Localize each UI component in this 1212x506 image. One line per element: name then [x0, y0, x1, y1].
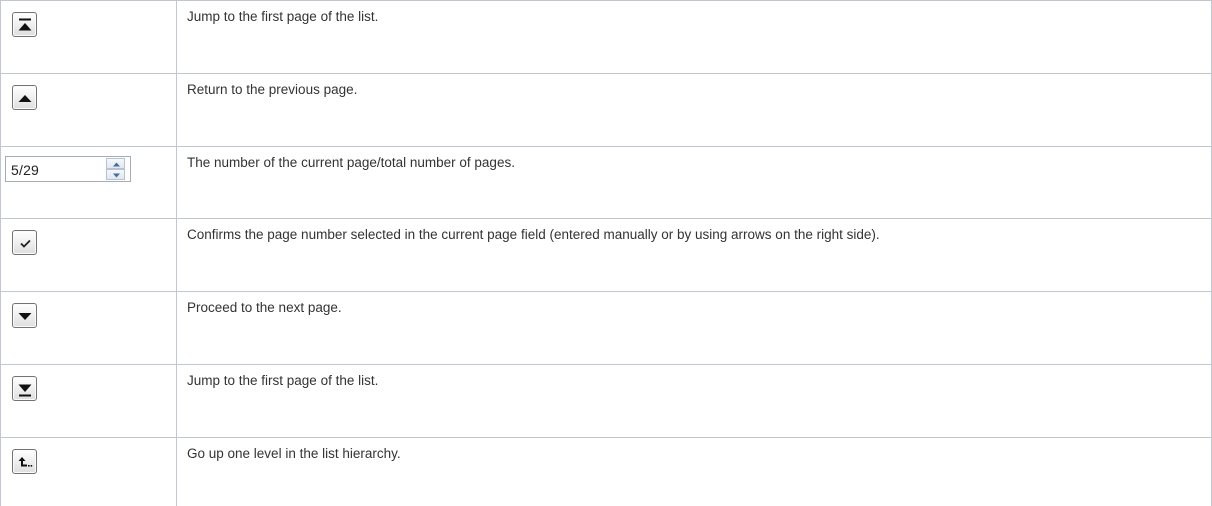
icon-cell [0, 437, 177, 506]
icon-cell [0, 0, 177, 74]
table-row: Go up one level in the list hierarchy. [0, 437, 1212, 506]
icon-cell [0, 291, 177, 365]
table-row: Proceed to the next page. [0, 291, 1212, 365]
spin-down-button[interactable] [106, 169, 125, 180]
level-up-icon [18, 457, 33, 467]
row-description: The number of the current page/total num… [187, 155, 515, 170]
description-cell: Return to the previous page. [176, 73, 1212, 147]
page-spinner [106, 158, 125, 180]
first-page-button[interactable] [12, 12, 37, 37]
table-row: Return to the previous page. [0, 73, 1212, 147]
confirm-page-button[interactable] [12, 230, 37, 255]
page-number-field[interactable]: 5/29 [5, 156, 131, 182]
icon-cell: 5/29 [0, 146, 177, 219]
row-description: Return to the previous page. [187, 82, 358, 97]
previous-page-button[interactable] [12, 85, 37, 110]
description-cell: Confirms the page number selected in the… [176, 218, 1212, 292]
table-row: Jump to the first page of the list. [0, 0, 1212, 74]
row-description: Jump to the first page of the list. [187, 373, 379, 388]
description-cell: Go up one level in the list hierarchy. [176, 437, 1212, 506]
row-description: Confirms the page number selected in the… [187, 227, 880, 242]
page-number-value[interactable]: 5/29 [11, 161, 39, 179]
description-cell: Jump to the first page of the list. [176, 0, 1212, 74]
row-description: Jump to the first page of the list. [187, 9, 379, 24]
first-page-icon [18, 18, 32, 31]
previous-page-icon [18, 95, 32, 102]
icon-cell [0, 73, 177, 147]
next-page-button[interactable] [12, 303, 37, 328]
description-cell: Jump to the first page of the list. [176, 364, 1212, 438]
row-description: Go up one level in the list hierarchy. [187, 446, 401, 461]
icon-cell [0, 218, 177, 292]
description-cell: The number of the current page/total num… [176, 146, 1212, 219]
last-page-button[interactable] [12, 376, 37, 401]
table-row: Confirms the page number selected in the… [0, 218, 1212, 292]
table-row: Jump to the first page of the list. [0, 364, 1212, 438]
spin-up-button[interactable] [106, 158, 125, 169]
icon-cell [0, 364, 177, 438]
row-description: Proceed to the next page. [187, 300, 342, 315]
description-cell: Proceed to the next page. [176, 291, 1212, 365]
next-page-icon [18, 313, 32, 320]
level-up-button[interactable] [12, 449, 37, 474]
toolbar-legend-table: Jump to the first page of the list. Retu… [0, 0, 1212, 506]
table-row: 5/29 The number of the current page/tota… [0, 146, 1212, 219]
last-page-icon [18, 384, 32, 397]
checkmark-icon [20, 239, 31, 248]
spin-down-icon [113, 173, 120, 178]
